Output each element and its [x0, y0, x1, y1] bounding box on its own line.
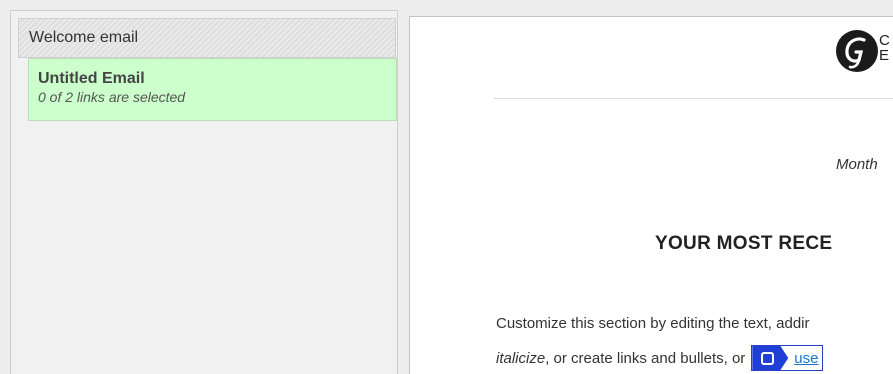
logo-wordmark-line2: E: [879, 47, 890, 64]
newsletter-month-label[interactable]: Month: [836, 156, 878, 173]
app-root: Welcome email Untitled Email 0 of 2 link…: [0, 0, 893, 374]
link-selector-badge[interactable]: [752, 346, 789, 370]
body-italic-word: italicize: [496, 349, 546, 367]
selected-link-chip[interactable]: use: [751, 345, 824, 371]
email-group-title: Welcome email: [29, 29, 139, 46]
email-item-title: Untitled Email: [38, 70, 145, 87]
logo-wordmark: CE: [879, 33, 890, 63]
body-text-line1[interactable]: Customize this section by editing the te…: [496, 315, 810, 332]
email-item-link-count: 0 of 2 links are selected: [38, 89, 186, 105]
body-text-fragment: , or create links and bullets, or: [545, 349, 746, 367]
constant-contact-g-logo-icon: [836, 30, 878, 72]
header-divider: [494, 98, 893, 99]
body-text-line2[interactable]: italicize , or create links and bullets,…: [496, 345, 824, 371]
section-headline[interactable]: YOUR MOST RECE: [655, 233, 832, 255]
email-list-item-selected[interactable]: Untitled Email 0 of 2 links are selected: [28, 58, 397, 121]
inline-link[interactable]: use: [794, 350, 818, 367]
link-selector-square-icon: [760, 351, 774, 365]
email-group-header[interactable]: Welcome email: [18, 18, 396, 58]
email-preview-pane: CE Month YOUR MOST RECE Customize this s…: [409, 16, 893, 374]
